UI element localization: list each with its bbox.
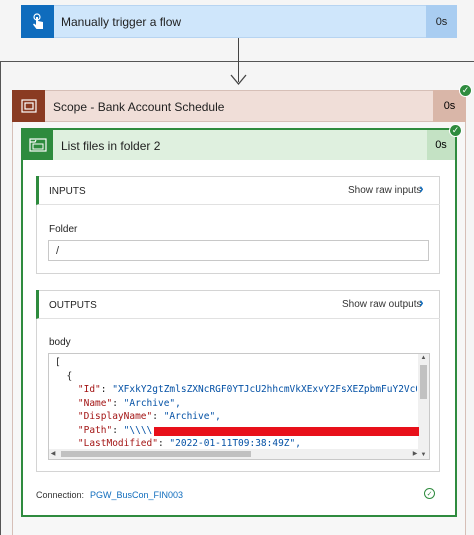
vertical-scroll-thumb[interactable] [420, 365, 427, 399]
folder-value: / [48, 240, 429, 261]
vertical-scrollbar[interactable]: ▲ ▼ [418, 354, 429, 459]
body-label: body [49, 337, 71, 348]
inputs-title: INPUTS [49, 186, 86, 197]
connection-ok-icon: ✓ [424, 488, 435, 499]
json-code: [ { "Id": "XFxkY2gtZmlsZXNcRGF0YTJcU2hhc… [55, 356, 417, 452]
scope-icon [12, 90, 45, 122]
json-value: "\\\\ [123, 424, 153, 436]
scope-title: Scope - Bank Account Schedule [53, 100, 225, 114]
show-raw-outputs-link[interactable]: Show raw outputs [342, 299, 422, 310]
json-value: "2022-01-11T09:38:49Z", [169, 438, 301, 449]
horizontal-scroll-thumb[interactable] [61, 451, 251, 457]
scope-success-check-icon: ✓ [459, 84, 472, 97]
action-title: List files in folder 2 [61, 139, 161, 153]
hand-touch-icon [21, 5, 54, 38]
json-key: "Path" [77, 424, 113, 436]
horizontal-scrollbar[interactable]: ◀ ▶ [49, 449, 419, 459]
scroll-left-icon[interactable]: ◀ [49, 449, 57, 459]
trigger-duration: 0s [426, 5, 457, 38]
json-line: { [55, 370, 73, 382]
json-key: "DisplayName" [77, 411, 153, 422]
json-value: "Archive", [123, 397, 181, 409]
show-raw-inputs-link[interactable]: Show raw inputs [348, 185, 421, 196]
folder-label: Folder [49, 224, 78, 235]
scroll-down-icon[interactable]: ▼ [418, 451, 429, 459]
body-json-viewer[interactable]: [ { "Id": "XFxkY2gtZmlsZXNcRGF0YTJcU2hhc… [48, 353, 430, 460]
scroll-up-icon[interactable]: ▲ [418, 354, 429, 363]
json-line: "Name": "Archive", [77, 397, 181, 409]
folder-list-icon [23, 130, 53, 160]
json-key: "Id" [77, 384, 101, 395]
connector-arrow-icon [230, 74, 247, 86]
json-line: [ [55, 357, 61, 368]
json-line: "DisplayName": "Archive", [77, 411, 221, 422]
outputs-title: OUTPUTS [49, 300, 97, 311]
json-key: "LastModified" [77, 438, 158, 449]
json-line: "Id": "XFxkY2gtZmlsZXNcRGF0YTJcU2hhcmVkX… [55, 383, 417, 397]
connection-label: Connection: [36, 490, 85, 500]
action-success-check-icon: ✓ [449, 124, 462, 137]
json-key: "Name" [77, 397, 113, 409]
trigger-title: Manually trigger a flow [61, 15, 182, 29]
chevron-right-icon[interactable]: › [419, 180, 424, 196]
chevron-right-icon[interactable]: › [419, 294, 424, 310]
connection-name-link[interactable]: PGW_BusCon_FIN003 [90, 490, 183, 500]
json-value: "Archive", [163, 411, 221, 422]
path-redaction-bar [154, 427, 419, 436]
json-value: "XFxkY2gtZmlsZXNcRGF0YTJcU2hhcmVkXExvY2F… [112, 384, 417, 395]
